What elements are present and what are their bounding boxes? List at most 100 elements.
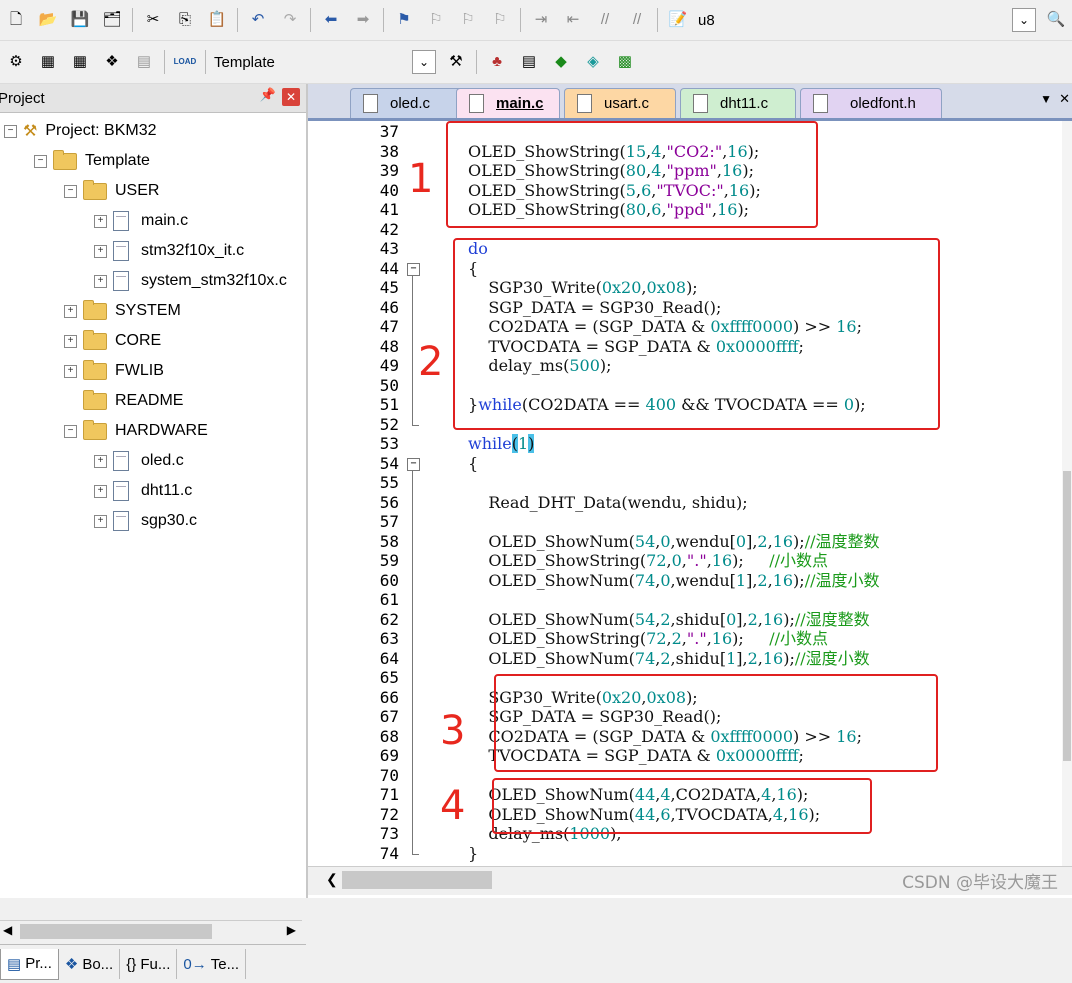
expand-icon[interactable]: +: [94, 484, 107, 498]
next-bookmark-icon[interactable]: ⚐: [457, 9, 479, 31]
tree-item-folder[interactable]: − USER: [64, 177, 159, 205]
navigate-back-icon[interactable]: ⬅: [320, 9, 342, 31]
tab-usart-c[interactable]: usart.c: [564, 88, 676, 118]
run-time-env-icon[interactable]: ▩: [614, 51, 636, 73]
batch-build-icon[interactable]: ❖: [101, 51, 123, 73]
tree-item-folder[interactable]: + FWLIB: [64, 357, 164, 385]
expand-icon[interactable]: +: [64, 334, 77, 348]
uncomment-icon[interactable]: //: [626, 9, 648, 31]
line-number: 49: [379, 356, 399, 375]
tree-item-project[interactable]: − ⚒ Project: BKM32: [4, 117, 157, 145]
scroll-left-icon[interactable]: ◀: [3, 923, 12, 937]
tree-item-file[interactable]: + oled.c: [94, 447, 184, 475]
file-extensions-icon[interactable]: ▤: [518, 51, 540, 73]
tab-books[interactable]: ❖ Bo...: [59, 949, 121, 979]
open-file-icon[interactable]: 📂: [37, 9, 59, 31]
expand-icon[interactable]: +: [94, 214, 107, 228]
rebuild-icon[interactable]: ▦: [69, 51, 91, 73]
code-line[interactable]: OLED_ShowNum(54,2,shidu[0],2,16);//湿度整数: [468, 610, 869, 630]
code-line[interactable]: OLED_ShowNum(74,2,shidu[1],2,16);//湿度小数: [468, 649, 869, 669]
pin-icon[interactable]: 📌: [260, 87, 276, 103]
scrollbar-thumb[interactable]: [20, 924, 212, 939]
tab-oled-c[interactable]: oled.c: [350, 88, 468, 118]
scroll-right-icon[interactable]: ▶: [287, 923, 296, 937]
paste-icon[interactable]: 📋: [206, 9, 228, 31]
file-icon: [113, 481, 129, 501]
scrollbar-thumb[interactable]: [342, 871, 492, 889]
expand-icon[interactable]: +: [94, 514, 107, 528]
code-line[interactable]: {: [468, 454, 478, 474]
code-line[interactable]: Read_DHT_Data(wendu, shidu);: [468, 493, 747, 513]
stop-build-icon[interactable]: ▤: [133, 51, 155, 73]
bookmark-icon[interactable]: ⚑: [393, 9, 415, 31]
scrollbar-thumb[interactable]: [1063, 471, 1071, 761]
fold-collapse-icon[interactable]: −: [407, 262, 420, 276]
download-load-icon[interactable]: LOAD: [174, 51, 197, 73]
save-icon[interactable]: 💾: [69, 9, 91, 31]
expand-icon[interactable]: +: [64, 304, 77, 318]
target-select-value[interactable]: Template: [214, 54, 404, 71]
tab-menu-icon[interactable]: ▼: [1040, 92, 1052, 106]
find-combo-value[interactable]: u8: [698, 12, 715, 29]
tab-main-c[interactable]: main.c: [456, 88, 560, 118]
collapse-icon[interactable]: −: [4, 124, 17, 138]
tree-item-file[interactable]: + main.c: [94, 207, 188, 235]
undo-icon[interactable]: ↶: [247, 9, 269, 31]
tree-item-folder[interactable]: README: [83, 387, 183, 415]
collapse-icon[interactable]: −: [64, 184, 77, 198]
build-icon[interactable]: ▦: [37, 51, 59, 73]
code-line[interactable]: OLED_ShowString(72,0,".",16); //小数点: [468, 551, 828, 571]
new-file-icon[interactable]: 🗋: [5, 9, 27, 31]
target-dropdown-icon[interactable]: ⌄: [412, 50, 436, 74]
find-in-files-icon[interactable]: 📝: [667, 9, 689, 31]
fold-collapse-icon[interactable]: −: [407, 457, 420, 471]
tree-item-file[interactable]: + stm32f10x_it.c: [94, 237, 244, 265]
copy-icon[interactable]: ⎘: [174, 9, 196, 31]
tab-oledfont-h[interactable]: oledfont.h: [800, 88, 942, 118]
translate-icon[interactable]: ⚙: [5, 51, 27, 73]
tree-item-folder[interactable]: − HARDWARE: [64, 417, 208, 445]
code-line[interactable]: }: [468, 844, 478, 864]
expand-icon[interactable]: +: [94, 274, 107, 288]
tree-item-folder[interactable]: + CORE: [64, 327, 161, 355]
code-line[interactable]: while(1): [468, 434, 535, 454]
select-pack-icon[interactable]: ◈: [582, 51, 604, 73]
tab-functions[interactable]: {} Fu...: [120, 949, 178, 979]
cut-icon[interactable]: ✂: [142, 9, 164, 31]
code-line[interactable]: OLED_ShowNum(74,0,wendu[1],2,16);//温度小数: [468, 571, 879, 591]
expand-icon[interactable]: +: [94, 454, 107, 468]
collapse-icon[interactable]: −: [34, 154, 47, 168]
tree-item-file[interactable]: + dht11.c: [94, 477, 192, 505]
unindent-icon[interactable]: ⇤: [562, 9, 584, 31]
collapse-icon[interactable]: −: [64, 424, 77, 438]
tree-item-file[interactable]: + sgp30.c: [94, 507, 197, 535]
manage-project-icon[interactable]: ♣: [486, 51, 508, 73]
indent-icon[interactable]: ⇥: [530, 9, 552, 31]
tree-item-folder[interactable]: + SYSTEM: [64, 297, 181, 325]
clear-bookmarks-icon[interactable]: ⚐: [489, 9, 511, 31]
editor-vertical-scrollbar[interactable]: [1062, 121, 1072, 866]
close-tab-icon[interactable]: ✕: [1059, 91, 1070, 107]
prev-bookmark-icon[interactable]: ⚐: [425, 9, 447, 31]
tree-item-target[interactable]: − Template: [34, 147, 150, 175]
find-icon[interactable]: 🔍: [1045, 9, 1067, 31]
comment-icon[interactable]: //: [594, 9, 616, 31]
close-icon[interactable]: ✕: [282, 88, 300, 106]
tree-item-file[interactable]: + system_stm32f10x.c: [94, 267, 302, 295]
scroll-left-icon[interactable]: ❮: [326, 871, 338, 888]
manage-packs-icon[interactable]: ◆: [550, 51, 572, 73]
find-combo-dropdown-icon[interactable]: ⌄: [1012, 8, 1036, 32]
redo-icon[interactable]: ↷: [279, 9, 301, 31]
expand-icon[interactable]: +: [94, 244, 107, 258]
save-all-icon[interactable]: 🗂: [101, 9, 123, 31]
project-horizontal-scrollbar[interactable]: ◀ ▶: [0, 920, 302, 943]
code-line[interactable]: OLED_ShowNum(54,0,wendu[0],2,16);//温度整数: [468, 532, 879, 552]
tab-dht11-c[interactable]: dht11.c: [680, 88, 796, 118]
target-options-icon[interactable]: ⚒: [445, 51, 467, 73]
expand-icon[interactable]: +: [64, 364, 77, 378]
code-area[interactable]: 37 38 OLED_ShowString(15,4,"CO2:",16); 39 OL…: [308, 121, 1072, 866]
tab-templates[interactable]: 0→ Te...: [177, 949, 247, 979]
navigate-forward-icon[interactable]: ➡: [352, 9, 374, 31]
tab-project[interactable]: ▤ Pr...: [0, 948, 59, 980]
code-line[interactable]: OLED_ShowString(72,2,".",16); //小数点: [468, 629, 828, 649]
